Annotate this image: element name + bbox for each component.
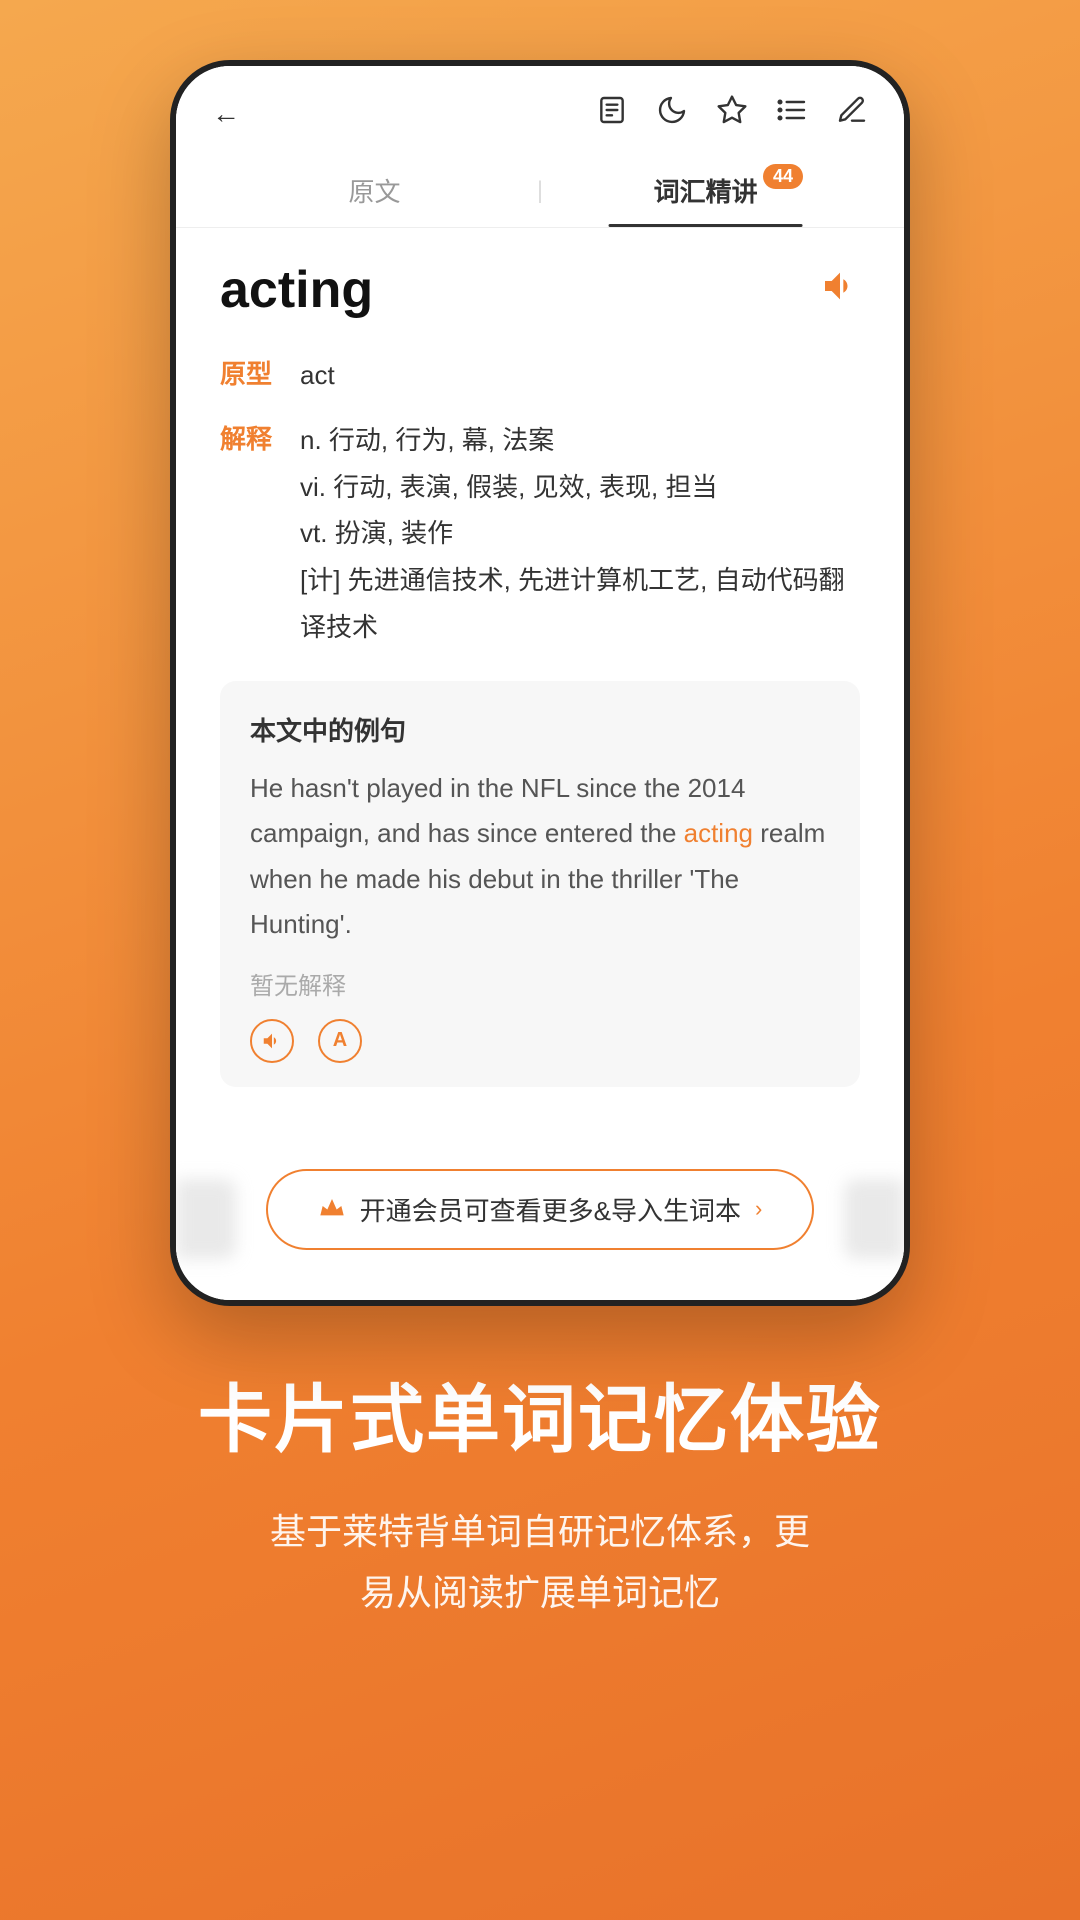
bottom-subtitle: 基于莱特背单词自研记忆体系，更易从阅读扩展单词记忆 [198, 1501, 882, 1623]
def-line-1: n. 行动, 行为, 幕, 法案 [300, 417, 860, 464]
tabs-bar: 原文 | 词汇精讲 44 [176, 154, 904, 228]
example-text-before: He hasn't played in the NFL since the 20… [250, 773, 745, 849]
bottom-title: 卡片式单词记忆体验 [198, 1376, 882, 1465]
bottom-section: 卡片式单词记忆体验 基于莱特背单词自研记忆体系，更易从阅读扩展单词记忆 [118, 1306, 962, 1703]
tab-vocab[interactable]: 词汇精讲 44 [543, 154, 868, 227]
def-line-2: vi. 行动, 表演, 假装, 见效, 表现, 担当 [300, 464, 860, 511]
origin-label: 原型 [220, 352, 290, 399]
top-bar: ← [176, 66, 904, 154]
moon-icon[interactable] [656, 94, 688, 134]
chevron-right-icon: › [755, 1196, 762, 1222]
explain-label: 解释 [220, 417, 290, 651]
example-box: 本文中的例句 He hasn't played in the NFL since… [220, 681, 860, 1087]
example-translate-button[interactable]: A [318, 1019, 362, 1063]
blur-right [844, 1179, 904, 1259]
tab-original[interactable]: 原文 [212, 154, 537, 227]
membership-cta-button[interactable]: 开通会员可查看更多&导入生词本 › [266, 1169, 815, 1250]
speaker-button[interactable] [820, 266, 860, 315]
example-highlight: acting [684, 818, 753, 848]
example-title: 本文中的例句 [250, 711, 830, 748]
cta-area: 开通会员可查看更多&导入生词本 › [176, 1139, 904, 1300]
notes-icon[interactable] [596, 94, 628, 134]
content-area: acting 原型 act 解释 n. 行动, 行为, 幕, 法案 vi. 行动… [176, 228, 904, 1139]
example-speaker-button[interactable] [250, 1019, 294, 1063]
crown-icon [318, 1192, 346, 1227]
example-text: He hasn't played in the NFL since the 20… [250, 766, 830, 948]
blur-left [176, 1179, 236, 1259]
star-icon[interactable] [716, 94, 748, 134]
example-icons: A [250, 1019, 830, 1063]
word-header: acting [220, 260, 860, 320]
top-icons [596, 94, 868, 134]
explain-lines: n. 行动, 行为, 幕, 法案 vi. 行动, 表演, 假装, 见效, 表现,… [300, 417, 860, 651]
origin-value: act [300, 352, 335, 399]
origin-row: 原型 act [220, 352, 860, 399]
def-line-3: vt. 扮演, 装作 [300, 510, 860, 557]
vocab-badge: 44 [763, 164, 803, 189]
back-button[interactable]: ← [212, 98, 240, 130]
edit-icon[interactable] [836, 94, 868, 134]
def-line-4: [计] 先进通信技术, 先进计算机工艺, 自动代码翻译技术 [300, 557, 860, 651]
word-title: acting [220, 260, 373, 320]
phone-screen: ← 原文 [176, 66, 904, 1300]
cta-label: 开通会员可查看更多&导入生词本 [360, 1191, 741, 1228]
no-translation: 暂无解释 [250, 966, 830, 1001]
explain-row: 解释 n. 行动, 行为, 幕, 法案 vi. 行动, 表演, 假装, 见效, … [220, 417, 860, 651]
list-icon[interactable] [776, 94, 808, 134]
phone-mockup: ← 原文 [170, 60, 910, 1306]
